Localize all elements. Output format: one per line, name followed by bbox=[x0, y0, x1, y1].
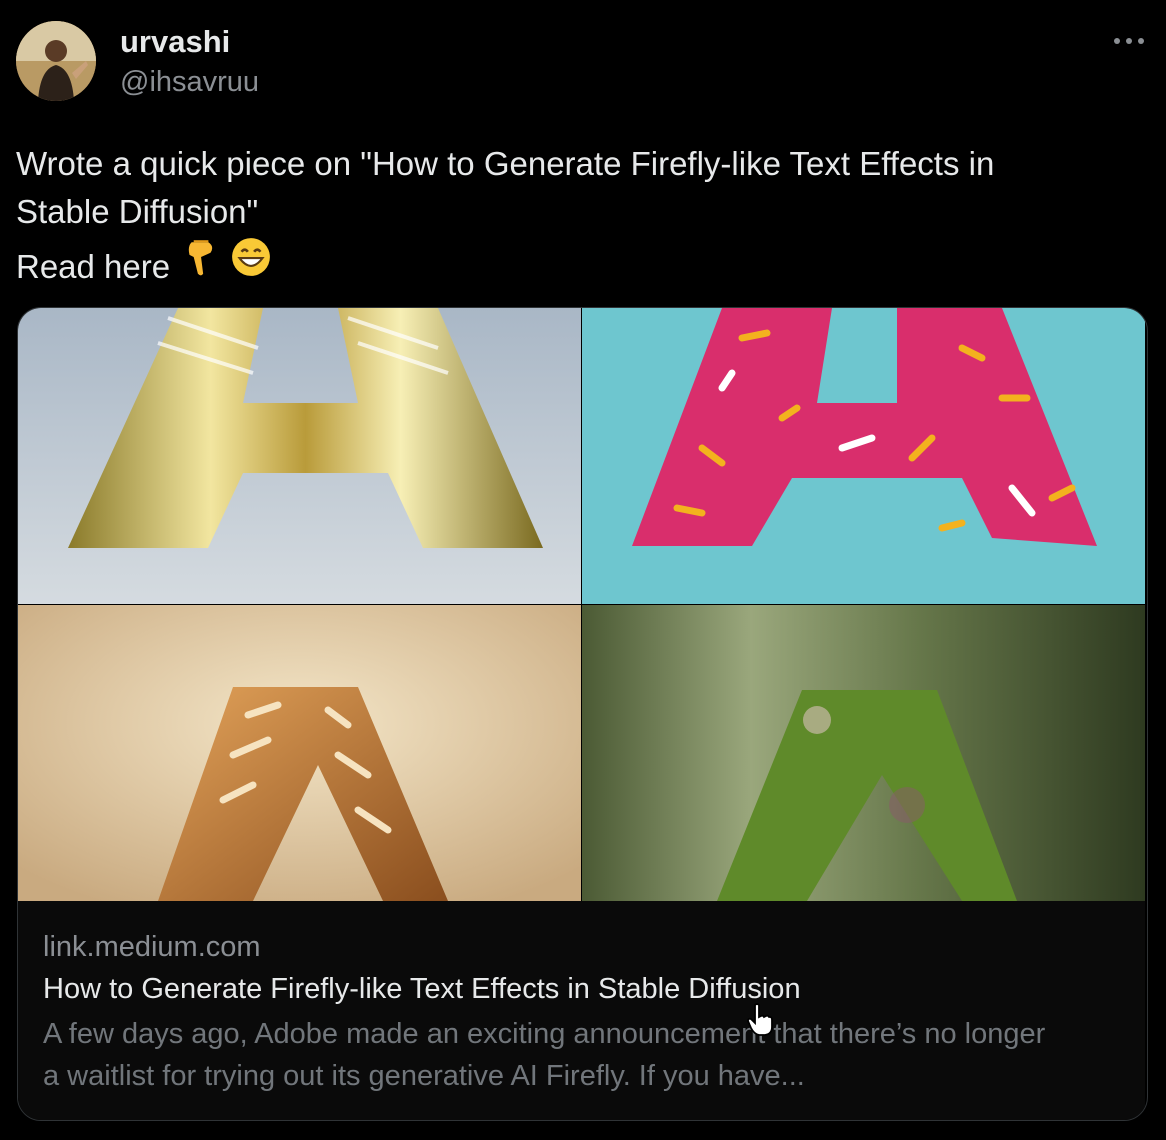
tweet-text-line: Wrote a quick piece on "How to Generate … bbox=[16, 145, 995, 182]
gold-balloon-letter-a-image bbox=[18, 308, 581, 604]
backhand-index-pointing-down-icon bbox=[179, 236, 221, 278]
hand-cursor-icon bbox=[747, 1003, 773, 1036]
card-description: A few days ago, Adobe made an exciting a… bbox=[43, 1013, 1123, 1097]
tweet-text-line: Read here bbox=[16, 236, 1136, 291]
preview-image-grid[interactable] bbox=[18, 308, 1145, 901]
user-handle[interactable]: @ihsavruu bbox=[120, 66, 259, 99]
card-description-line: a waitlist for trying out its generative… bbox=[43, 1060, 805, 1092]
card-title[interactable]: How to Generate Firefly-like Text Effect… bbox=[43, 973, 1123, 1006]
avatar[interactable] bbox=[16, 21, 96, 101]
link-preview-card[interactable]: link.medium.com How to Generate Firefly-… bbox=[17, 307, 1148, 1121]
grinning-face-icon bbox=[230, 236, 272, 278]
card-description-line: A few days ago, Adobe made an exciting a… bbox=[43, 1018, 1046, 1050]
card-domain: link.medium.com bbox=[43, 931, 261, 963]
read-here-text: Read here bbox=[16, 248, 171, 285]
moss-letter-a-image bbox=[582, 605, 1145, 901]
ellipsis-icon bbox=[1114, 38, 1144, 44]
tweet-text: Wrote a quick piece on "How to Generate … bbox=[16, 140, 1136, 291]
link-preview-footer[interactable]: link.medium.com How to Generate Firefly-… bbox=[18, 901, 1145, 1120]
pink-donut-letter-a-image bbox=[582, 308, 1145, 604]
display-name[interactable]: urvashi bbox=[120, 24, 230, 60]
bread-letter-a-image bbox=[18, 605, 581, 901]
profile-photo-icon bbox=[16, 21, 96, 101]
tweet-text-line: Stable Diffusion" bbox=[16, 193, 259, 230]
more-options-button[interactable] bbox=[1108, 24, 1150, 58]
